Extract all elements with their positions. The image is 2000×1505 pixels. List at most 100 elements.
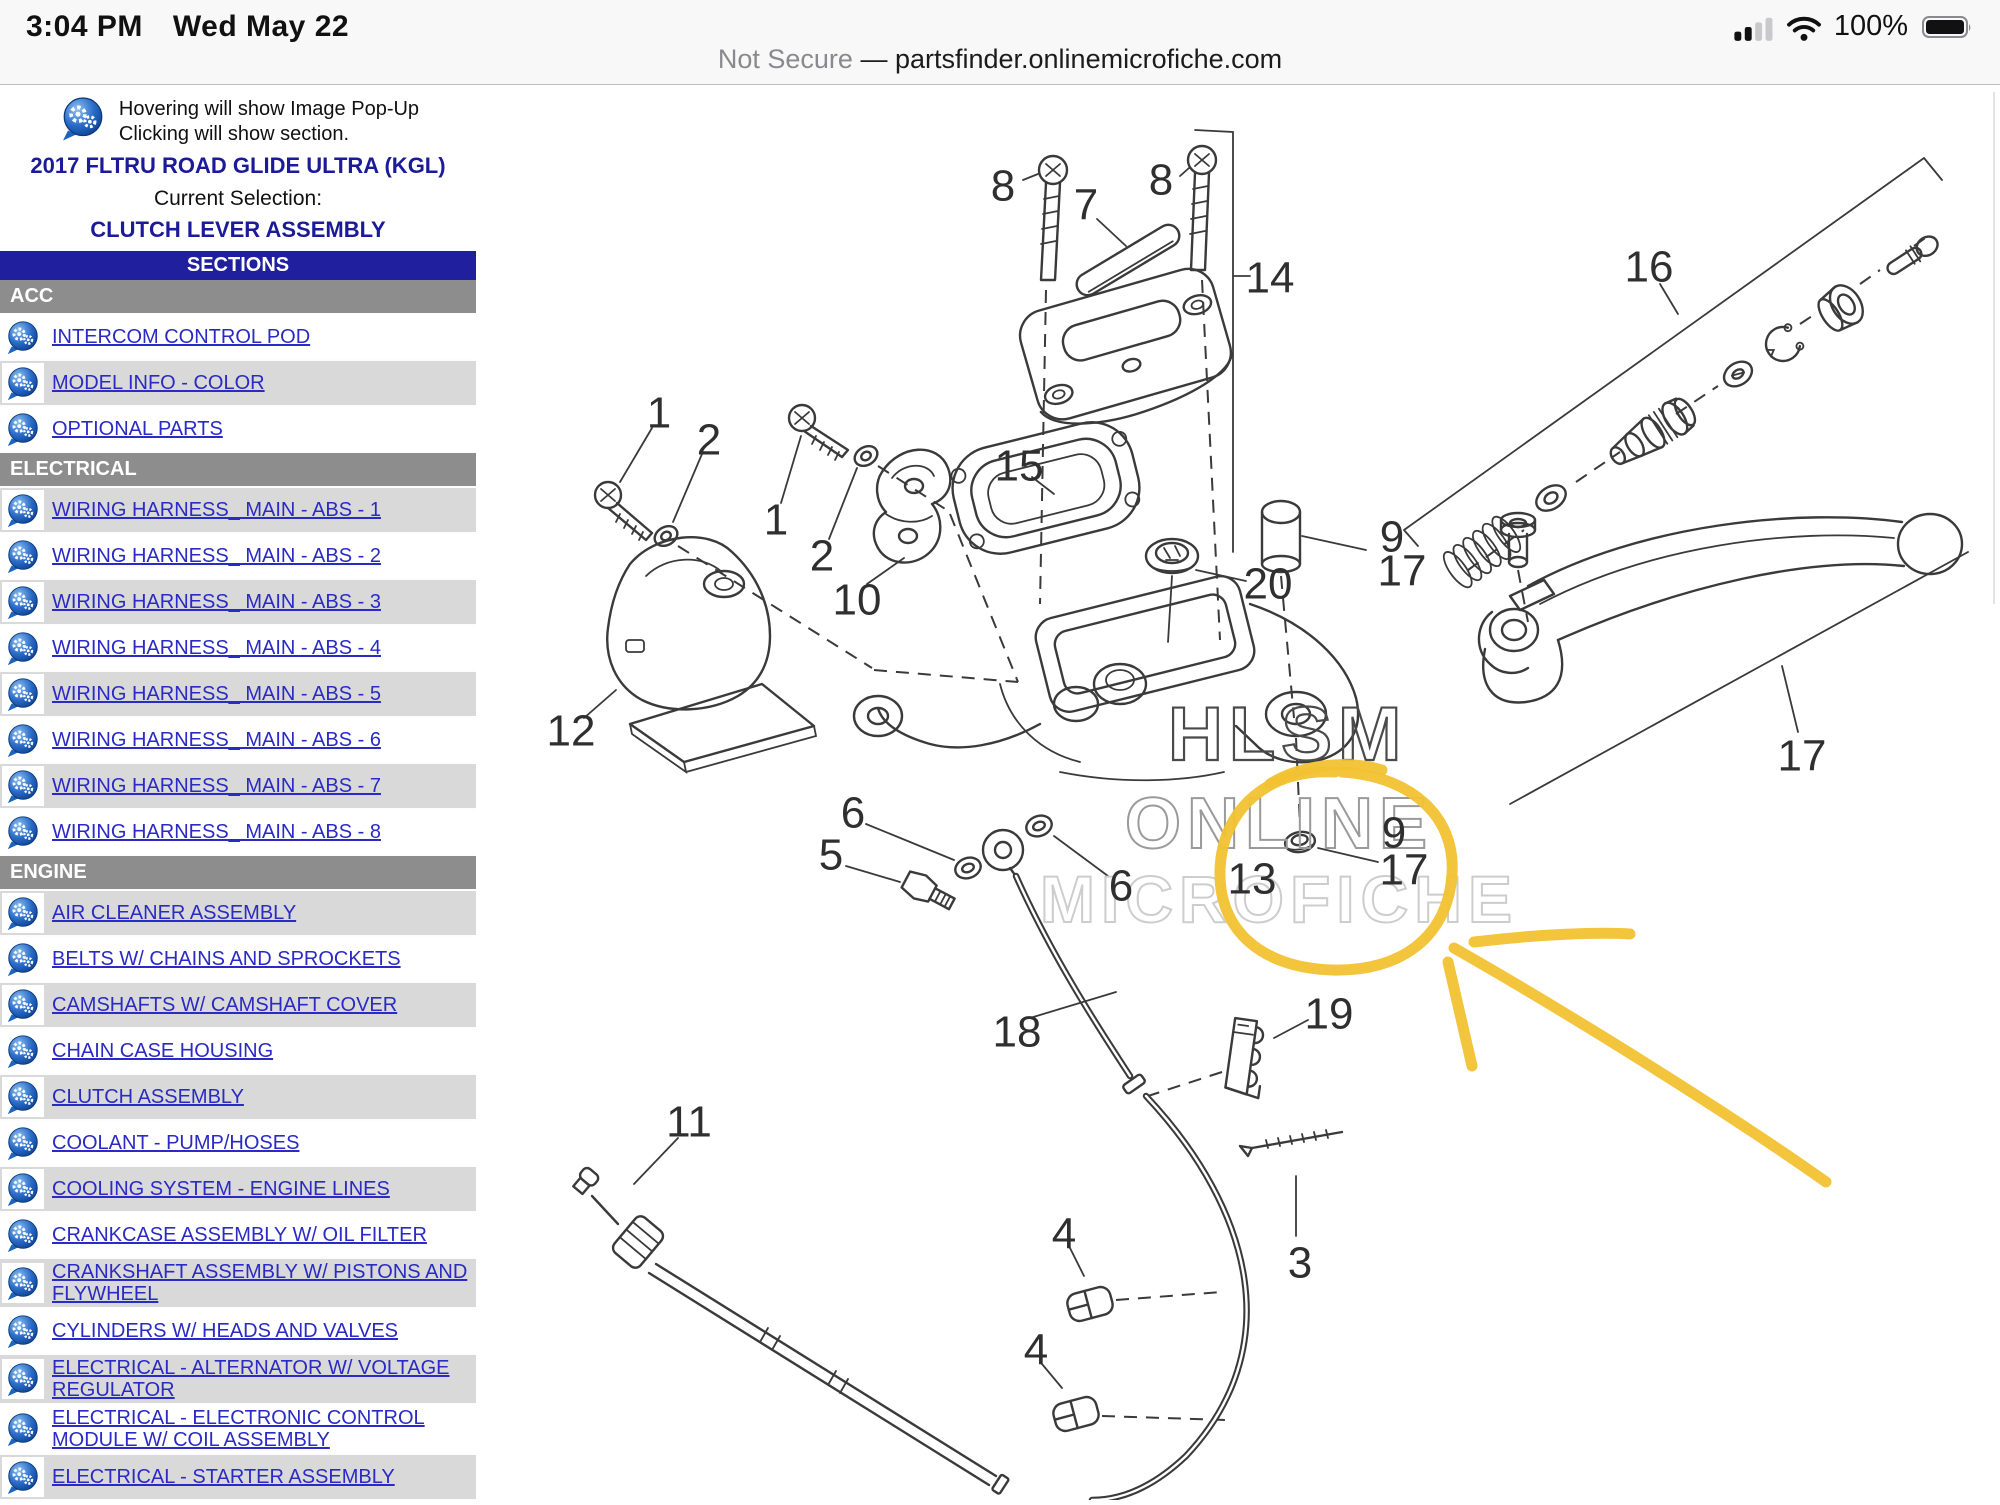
gear-bubble-icon: [2, 490, 44, 530]
status-date: Wed May 22: [173, 10, 349, 43]
sidebar-item[interactable]: CRANKSHAFT ASSEMBLY W/ PISTONS AND FLYWH…: [0, 1259, 476, 1309]
url-separator: —: [853, 44, 895, 74]
leader-lines: [584, 168, 1678, 1388]
gear-bubble-icon: [2, 1123, 44, 1163]
not-secure-label: Not Secure: [718, 44, 853, 74]
sidebar-item[interactable]: CAMSHAFTS W/ CAMSHAFT COVER: [0, 983, 476, 1029]
sidebar-item-label: INTERCOM CONTROL POD: [52, 326, 310, 348]
sidebar-item[interactable]: WIRING HARNESS_ MAIN - ABS - 2: [0, 534, 476, 580]
sidebar-item-label: CRANKCASE ASSEMBLY W/ OIL FILTER: [52, 1224, 427, 1246]
gear-bubble-icon: [2, 409, 44, 449]
part-number-label: 17: [1378, 547, 1427, 596]
part-number-label: 8: [991, 162, 1015, 211]
part-number-label: 4: [1024, 1326, 1048, 1375]
sidebar-item[interactable]: ELECTRICAL - ELECTRONIC CONTROL MODULE W…: [0, 1405, 476, 1455]
sidebar-item-label: OPTIONAL PARTS: [52, 418, 223, 440]
section-group-header: ACC: [0, 280, 476, 315]
sidebar-item[interactable]: COOLANT - PUMP/HOSES: [0, 1121, 476, 1167]
washer-2-right: [851, 442, 881, 470]
sidebar-item[interactable]: ELECTRICAL - ALTERNATOR W/ VOLTAGE REGUL…: [0, 1355, 476, 1405]
sidebar-item[interactable]: MODEL INFO - COLOR: [0, 361, 476, 407]
sidebar-groups: ACC INTERCOM CONTROL POD: [0, 280, 476, 1500]
sidebar-item-label: ELECTRICAL - ALTERNATOR W/ VOLTAGE REGUL…: [52, 1357, 470, 1401]
gear-bubble-icon: [2, 1359, 44, 1399]
clutch-lever-17: [1479, 514, 1962, 702]
hover-note-line1: Hovering will show Image Pop-Up: [119, 97, 419, 122]
sidebar-item[interactable]: ELECTRICAL - STARTER ASSEMBLY: [0, 1455, 476, 1500]
lever-shroud-12: [607, 537, 816, 772]
sidebar-item[interactable]: OPTIONAL PARTS: [0, 407, 476, 453]
kit-washer-1: [1532, 480, 1571, 516]
sidebar-item-label: CLUTCH ASSEMBLY: [52, 1086, 244, 1108]
part-number-label: 6: [1109, 862, 1133, 911]
sidebar-item-label: WIRING HARNESS_ MAIN - ABS - 6: [52, 729, 381, 751]
sidebar-item-label: WIRING HARNESS_ MAIN - ABS - 2: [52, 545, 381, 567]
sidebar-item[interactable]: WIRING HARNESS_ MAIN - ABS - 1: [0, 488, 476, 534]
gear-bubble-icon: [2, 674, 44, 714]
screw-1-left: [595, 482, 652, 540]
sidebar-item[interactable]: WIRING HARNESS_ MAIN - ABS - 6: [0, 718, 476, 764]
highlight-stroke-down: [1448, 962, 1472, 1066]
sidebar-item[interactable]: BELTS W/ CHAINS AND SPROCKETS: [0, 937, 476, 983]
sidebar-item[interactable]: INTERCOM CONTROL POD: [0, 315, 476, 361]
sidebar-item[interactable]: CLUTCH ASSEMBLY: [0, 1075, 476, 1121]
sidebar-item-label: WIRING HARNESS_ MAIN - ABS - 7: [52, 775, 381, 797]
sidebar-item-label: ELECTRICAL - ELECTRONIC CONTROL MODULE W…: [52, 1407, 470, 1451]
section-group-header: ENGINE: [0, 856, 476, 891]
handlebar-clamp-10: [874, 450, 950, 563]
hover-note-line2: Clicking will show section.: [119, 122, 419, 147]
gear-bubble-icon: [2, 1215, 44, 1255]
sidebar-item[interactable]: WIRING HARNESS_ MAIN - ABS - 5: [0, 672, 476, 718]
cellular-signal-icon: [1734, 12, 1774, 42]
battery-percent: 100%: [1834, 10, 1908, 43]
gear-bubble-icon: [2, 536, 44, 576]
part-number-label: 4: [1052, 1210, 1076, 1259]
kit-seal-washer: [1719, 357, 1756, 392]
sidebar-item-label: CYLINDERS W/ HEADS AND VALVES: [52, 1320, 398, 1342]
part-number-label: 1: [764, 496, 788, 545]
part-number-label: 3: [1288, 1239, 1312, 1288]
screw-8-left: [1039, 156, 1067, 280]
sidebar-item[interactable]: CHAIN CASE HOUSING: [0, 1029, 476, 1075]
sidebar-item[interactable]: WIRING HARNESS_ MAIN - ABS - 4: [0, 626, 476, 672]
sidebar-item-label: BELTS W/ CHAINS AND SPROCKETS: [52, 948, 401, 970]
part-number-label: 17: [1778, 732, 1827, 781]
sidebar-item[interactable]: WIRING HARNESS_ MAIN - ABS - 7: [0, 764, 476, 810]
part-number-label: 8: [1149, 156, 1173, 205]
sidebar-item-label: COOLANT - PUMP/HOSES: [52, 1132, 299, 1154]
parts-diagram: HLSM ONLINE MICROFICHE 87814121210151220…: [480, 84, 2000, 1500]
sidebar-item[interactable]: CYLINDERS W/ HEADS AND VALVES: [0, 1309, 476, 1355]
callout-14-bracket: [1195, 130, 1233, 552]
gear-bubble-icon: [2, 766, 44, 806]
address-bar[interactable]: Not Secure — partsfinder.onlinemicrofich…: [0, 44, 2000, 75]
safari-toolbar: 3:04 PMWed May 22 100% Not Secure — part…: [0, 0, 2000, 85]
sidebar-item-label: COOLING SYSTEM - ENGINE LINES: [52, 1178, 390, 1200]
sidebar-item[interactable]: WIRING HARNESS_ MAIN - ABS - 3: [0, 580, 476, 626]
gear-bubble-icon: [2, 893, 44, 933]
gear-bubble-icon: [2, 628, 44, 668]
sidebar-item-label: WIRING HARNESS_ MAIN - ABS - 5: [52, 683, 381, 705]
gasket-strip-7: [1073, 221, 1184, 300]
part-number-label: 16: [1625, 243, 1674, 292]
gear-bubble-icon: [2, 720, 44, 760]
gear-bubble-icon: [2, 1311, 44, 1351]
sidebar-item-label: CHAIN CASE HOUSING: [52, 1040, 273, 1062]
highlight-stroke-diagonal: [1454, 948, 1826, 1182]
sidebar-item[interactable]: COOLING SYSTEM - ENGINE LINES: [0, 1167, 476, 1213]
sidebar-item-label: MODEL INFO - COLOR: [52, 372, 265, 394]
part-number-label: 20: [1244, 560, 1293, 609]
washer-6-right: [1023, 812, 1054, 840]
clutch-cable-lower: [1092, 1096, 1247, 1500]
sidebar-item[interactable]: AIR CLEANER ASSEMBLY: [0, 891, 476, 937]
clip-4-upper: [1065, 1285, 1115, 1323]
current-selection-label: Current Selection:: [0, 187, 476, 211]
sidebar-item[interactable]: CRANKCASE ASSEMBLY W/ OIL FILTER: [0, 1213, 476, 1259]
sidebar-item[interactable]: WIRING HARNESS_ MAIN - ABS - 8: [0, 810, 476, 856]
cable-adjuster-11: [571, 1166, 1009, 1494]
gear-bubble-icon: [2, 812, 44, 852]
url-text: partsfinder.onlinemicrofiche.com: [895, 44, 1282, 74]
gear-bubble-icon: [2, 363, 44, 403]
current-selection-value: CLUTCH LEVER ASSEMBLY: [0, 217, 476, 243]
highlight-stroke-right: [1474, 933, 1630, 942]
cable-clip-19: [1225, 1018, 1269, 1098]
